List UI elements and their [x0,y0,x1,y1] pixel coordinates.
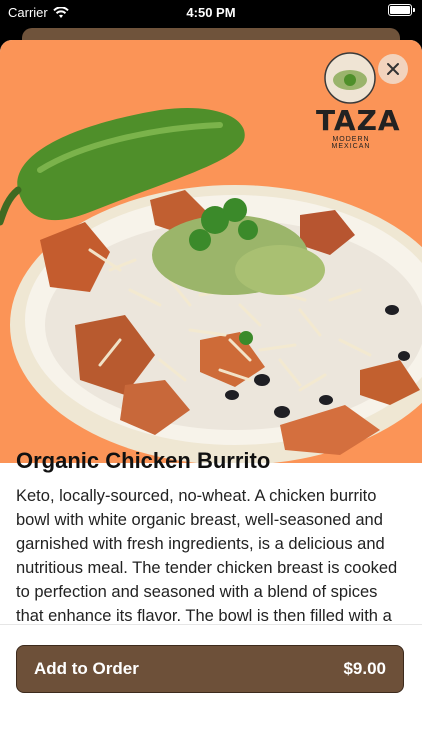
order-price: $9.00 [343,659,386,678]
product-image: TAZA MODERN MEXICAN [0,40,422,463]
product-title: Organic Chicken Burrito [16,448,271,473]
status-bar: Carrier 4:50 PM [0,0,422,26]
product-description: Keto, locally-sourced, no-wheat. A chick… [16,487,398,625]
close-button[interactable] [378,54,408,84]
status-time: 4:50 PM [186,5,236,20]
add-to-order-label: Add to Order [34,659,139,678]
brand-logo: TAZA MODERN MEXICAN [316,52,401,150]
brand-tagline: MODERN MEXICAN [331,136,371,150]
battery-icon [388,4,415,16]
close-icon [387,63,399,75]
brand-name: TAZA [316,104,401,137]
add-to-order-button[interactable]: Add to Order $9.00 [16,645,404,693]
order-bar: Add to Order $9.00 [0,624,422,711]
product-details: Organic Chicken Burrito Keto, locally-so… [16,448,406,630]
